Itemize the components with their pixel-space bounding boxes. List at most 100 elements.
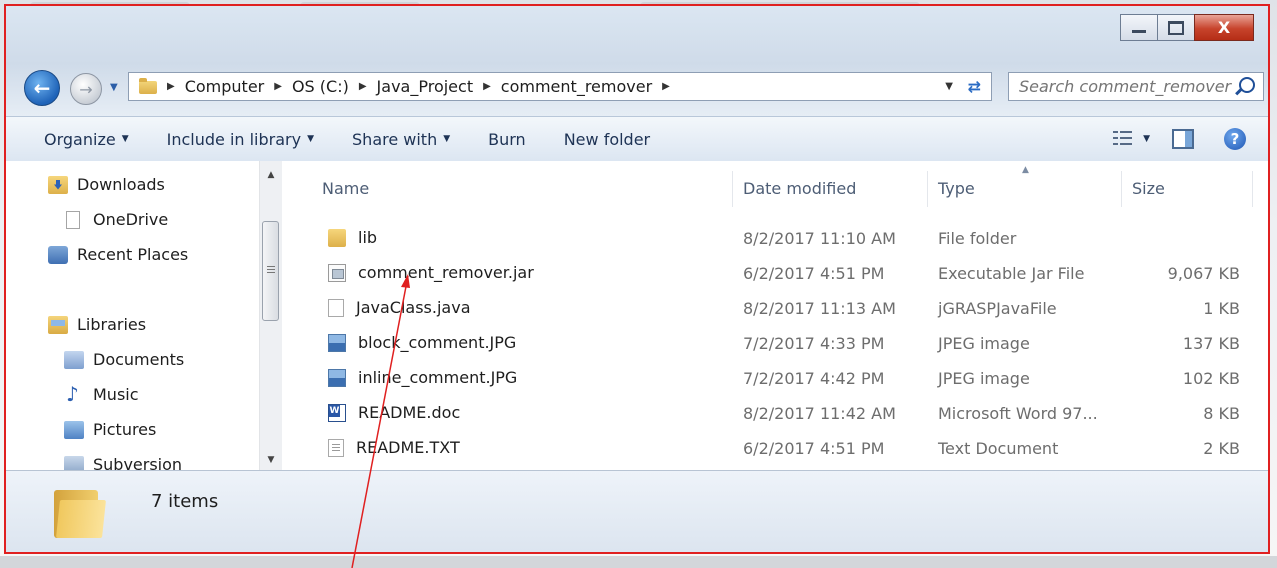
table-row[interactable]: comment_remover.jar 6/2/2017 4:51 PM Exe…: [302, 256, 1268, 290]
view-controls: ▼ ?: [1113, 117, 1268, 161]
file-name: README.doc: [358, 403, 461, 422]
file-date-modified: 8/2/2017 11:10 AM: [743, 229, 896, 248]
scroll-up-icon[interactable]: ▲: [260, 165, 282, 185]
sidebar-item-libraries[interactable]: Libraries: [48, 315, 146, 334]
file-name: block_comment.JPG: [358, 333, 517, 352]
breadcrumb-separator-icon[interactable]: ▶: [274, 81, 282, 92]
table-row[interactable]: inline_comment.JPG 7/2/2017 4:42 PM JPEG…: [302, 361, 1268, 395]
breadcrumb-separator-icon[interactable]: ▶: [167, 81, 175, 92]
preview-pane-icon[interactable]: [1172, 129, 1194, 149]
back-button[interactable]: ←: [24, 70, 60, 106]
details-pane: 7 items: [6, 470, 1268, 552]
grip-icon: [267, 266, 275, 267]
help-icon[interactable]: ?: [1224, 128, 1246, 150]
scrollbar-thumb[interactable]: [262, 221, 279, 321]
content-area: Downloads OneDrive Recent Places Librari…: [6, 161, 1268, 474]
file-type: File folder: [938, 229, 1017, 248]
table-row[interactable]: README.doc 8/2/2017 11:42 AM Microsoft W…: [302, 396, 1268, 430]
breadcrumb-java-project[interactable]: Java_Project: [377, 77, 474, 96]
include-in-library-button[interactable]: Include in library ▼: [167, 130, 314, 149]
scroll-down-icon[interactable]: ▼: [260, 450, 282, 470]
table-row[interactable]: README.TXT 6/2/2017 4:51 PM Text Documen…: [302, 431, 1268, 465]
sidebar-item-label: Recent Places: [77, 245, 189, 264]
file-date-modified: 8/2/2017 11:42 AM: [743, 404, 896, 423]
table-row[interactable]: block_comment.JPG 7/2/2017 4:33 PM JPEG …: [302, 326, 1268, 360]
command-bar: Organize ▼ Include in library ▼ Share with…: [6, 116, 1268, 162]
file-size: 1 KB: [1203, 299, 1240, 318]
address-bar[interactable]: ▶ Computer ▶ OS (C:) ▶ Java_Project ▶ co…: [128, 72, 992, 101]
forward-button[interactable]: →: [70, 73, 102, 105]
maximize-button[interactable]: [1157, 14, 1195, 41]
file-name: inline_comment.JPG: [358, 368, 518, 387]
back-arrow-icon: ←: [33, 76, 51, 100]
organize-label: Organize: [44, 129, 116, 149]
column-divider[interactable]: [1121, 171, 1122, 207]
sidebar-item-downloads[interactable]: Downloads: [48, 175, 165, 194]
navigation-row: ← → ▼ ▶ Computer ▶ OS (C:) ▶ Java_Projec…: [6, 64, 1268, 108]
include-in-library-label: Include in library: [166, 129, 302, 149]
sidebar-item-recent-places[interactable]: Recent Places: [48, 245, 188, 264]
file-type: Microsoft Word 97...: [938, 404, 1098, 423]
breadcrumb-computer[interactable]: Computer: [185, 77, 265, 96]
word-doc-icon: [328, 403, 346, 422]
sidebar-item-music[interactable]: Music: [64, 382, 139, 406]
recent-pages-dropdown[interactable]: ▼: [110, 82, 124, 94]
share-with-button[interactable]: Share with ▼: [352, 130, 450, 149]
burn-button[interactable]: Burn: [488, 130, 526, 149]
column-divider[interactable]: [732, 171, 733, 207]
column-header-size[interactable]: Size: [1132, 179, 1165, 198]
change-view-icon[interactable]: [1113, 131, 1133, 147]
file-date-modified: 8/2/2017 11:13 AM: [743, 299, 896, 318]
blurred-background-bottom: [0, 556, 1277, 568]
file-size: 102 KB: [1182, 369, 1240, 388]
onedrive-icon: [66, 210, 80, 229]
breadcrumb-os-c[interactable]: OS (C:): [292, 77, 349, 96]
table-row[interactable]: lib 8/2/2017 11:10 AM File folder: [302, 221, 1268, 255]
file-size: 2 KB: [1203, 439, 1240, 458]
column-header-name[interactable]: Name: [322, 179, 369, 198]
view-options-dropdown-icon[interactable]: ▼: [1143, 134, 1150, 144]
sidebar-item-label: Documents: [93, 350, 185, 369]
search-box[interactable]: [1008, 72, 1264, 101]
folder-icon: [139, 77, 157, 95]
navigation-scrollbar[interactable]: ▲ ▼: [259, 161, 282, 470]
folder-icon: [54, 486, 106, 538]
downloads-icon: [48, 175, 68, 194]
sidebar-item-documents[interactable]: Documents: [64, 350, 184, 369]
jpeg-file-icon: [328, 333, 346, 352]
file-size: 9,067 KB: [1167, 264, 1240, 283]
minimize-button[interactable]: [1120, 14, 1158, 41]
search-input[interactable]: [1017, 76, 1235, 97]
refresh-icon[interactable]: ⇄: [968, 77, 981, 96]
column-divider[interactable]: [1252, 171, 1253, 207]
search-icon[interactable]: [1239, 77, 1255, 93]
column-header-type[interactable]: Type: [938, 179, 975, 198]
organize-button[interactable]: Organize ▼: [44, 130, 129, 149]
sidebar-item-label: OneDrive: [93, 210, 169, 229]
sidebar-item-onedrive[interactable]: OneDrive: [64, 210, 168, 229]
column-header-date-modified[interactable]: Date modified: [743, 179, 856, 198]
recent-places-icon: [48, 245, 68, 264]
table-row[interactable]: JavaClass.java 8/2/2017 11:13 AM jGRASPJ…: [302, 291, 1268, 325]
share-with-label: Share with: [352, 129, 438, 149]
new-folder-button[interactable]: New folder: [564, 130, 650, 149]
music-icon: [64, 382, 84, 406]
column-divider[interactable]: [927, 171, 928, 207]
file-date-modified: 7/2/2017 4:33 PM: [743, 334, 885, 353]
breadcrumb-comment-remover[interactable]: comment_remover: [501, 77, 652, 96]
close-button[interactable]: X: [1194, 14, 1254, 41]
chevron-down-icon: ▼: [443, 134, 451, 144]
forward-arrow-icon: →: [79, 79, 93, 99]
file-size: 137 KB: [1182, 334, 1240, 353]
file-date-modified: 7/2/2017 4:42 PM: [743, 369, 885, 388]
breadcrumb-separator-icon[interactable]: ▶: [359, 81, 367, 92]
address-dropdown-icon[interactable]: ▼: [945, 81, 953, 92]
breadcrumb-separator-icon[interactable]: ▶: [483, 81, 491, 92]
file-name: README.TXT: [356, 438, 460, 457]
sidebar-item-pictures[interactable]: Pictures: [64, 420, 156, 439]
pictures-icon: [64, 420, 84, 439]
breadcrumb-separator-icon[interactable]: ▶: [662, 81, 670, 92]
file-name: JavaClass.java: [356, 298, 471, 317]
file-list: Name Date modified ▲ Type Size lib 8/2/2…: [302, 161, 1268, 470]
file-date-modified: 6/2/2017 4:51 PM: [743, 439, 885, 458]
